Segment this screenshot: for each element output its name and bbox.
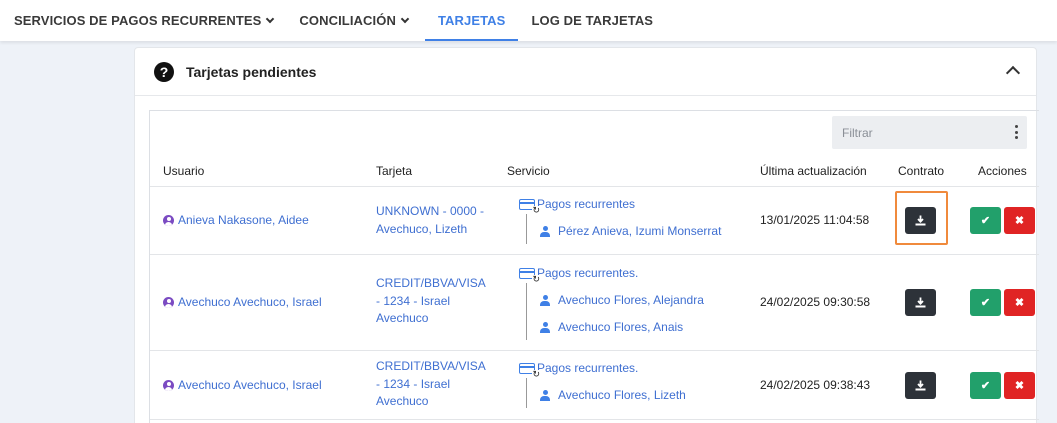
beneficiary-link[interactable]: Avechuco Flores, Alejandra bbox=[540, 293, 704, 307]
user-name: Anieva Nakasone, Aidee bbox=[178, 213, 309, 227]
person-icon bbox=[540, 294, 550, 306]
nav-item-conciliacion[interactable]: CONCILIACIÓN bbox=[286, 0, 421, 41]
service-name: Pagos recurrentes bbox=[537, 197, 636, 211]
panel-title: Tarjetas pendientes bbox=[186, 63, 317, 80]
approve-button[interactable]: ✔ bbox=[970, 289, 1001, 316]
service-name: Pagos recurrentes. bbox=[537, 361, 639, 375]
user-circle-icon bbox=[163, 214, 174, 226]
column-header-usuario[interactable]: Usuario bbox=[163, 164, 204, 178]
table-container: Usuario Tarjeta Servicio Última actualiz… bbox=[149, 110, 1039, 423]
table-row: Avechuco Avechuco, Israel CREDIT/BBVA/VI… bbox=[150, 255, 1039, 351]
column-header-acciones[interactable]: Acciones bbox=[978, 164, 1027, 178]
download-icon bbox=[915, 297, 926, 308]
download-contract-button[interactable] bbox=[905, 372, 936, 399]
beneficiary-name: Avechuco Flores, Anais bbox=[558, 320, 684, 334]
user-link[interactable]: Avechuco Avechuco, Israel bbox=[163, 295, 322, 309]
user-name: Avechuco Avechuco, Israel bbox=[178, 378, 322, 392]
service-cell: Pagos recurrentes Pérez Anieva, Izumi Mo… bbox=[519, 197, 721, 244]
close-icon: ✖ bbox=[1014, 380, 1025, 392]
column-header-actualizacion[interactable]: Última actualización bbox=[760, 164, 867, 178]
download-contract-button[interactable] bbox=[905, 207, 936, 234]
user-link[interactable]: Anieva Nakasone, Aidee bbox=[163, 213, 309, 227]
close-icon: ✖ bbox=[1014, 215, 1025, 227]
close-icon: ✖ bbox=[1014, 297, 1025, 309]
credit-card-sync-icon bbox=[519, 198, 540, 215]
nav-item-label: TARJETAS bbox=[437, 13, 506, 28]
nav-item-label: SERVICIOS DE PAGOS RECURRENTES bbox=[14, 13, 262, 28]
check-icon: ✔ bbox=[980, 380, 991, 392]
service-link[interactable]: Pagos recurrentes bbox=[519, 197, 636, 215]
reject-button[interactable]: ✖ bbox=[1004, 207, 1035, 234]
card-link[interactable]: CREDIT/BBVA/VISA - 1234 - Israel Avechuc… bbox=[376, 275, 486, 328]
nav-item-servicios[interactable]: SERVICIOS DE PAGOS RECURRENTES bbox=[0, 0, 286, 41]
tree-line bbox=[526, 378, 527, 408]
person-icon bbox=[540, 389, 550, 401]
reject-button[interactable]: ✖ bbox=[1004, 289, 1035, 316]
question-circle-icon[interactable]: ? bbox=[154, 61, 174, 82]
beneficiary-link[interactable]: Pérez Anieva, Izumi Monserrat bbox=[540, 224, 721, 238]
user-link[interactable]: Avechuco Avechuco, Israel bbox=[163, 378, 322, 392]
credit-card-sync-icon bbox=[519, 362, 540, 379]
card-link[interactable]: CREDIT/BBVA/VISA - 1234 - Israel Avechuc… bbox=[376, 358, 486, 411]
service-link[interactable]: Pagos recurrentes. bbox=[519, 361, 639, 379]
panel-header: ? Tarjetas pendientes bbox=[135, 48, 1036, 96]
filter-input[interactable] bbox=[832, 125, 1002, 140]
approve-button[interactable]: ✔ bbox=[970, 372, 1001, 399]
beneficiary-link[interactable]: Avechuco Flores, Anais bbox=[540, 320, 683, 334]
nav-item-tarjetas[interactable]: TARJETAS bbox=[424, 0, 519, 41]
column-header-tarjeta[interactable]: Tarjeta bbox=[376, 164, 412, 178]
tree-line bbox=[526, 214, 527, 244]
check-icon: ✔ bbox=[980, 297, 991, 309]
check-icon: ✔ bbox=[980, 215, 991, 227]
table-row: Anieva Nakasone, Aidee UNKNOWN - 0000 - … bbox=[150, 187, 1039, 255]
last-update: 24/02/2025 09:38:43 bbox=[760, 378, 871, 392]
service-name: Pagos recurrentes. bbox=[537, 266, 639, 280]
beneficiary-link[interactable]: Avechuco Flores, Lizeth bbox=[540, 388, 686, 402]
more-options-icon[interactable] bbox=[1015, 125, 1019, 139]
service-link[interactable]: Pagos recurrentes. bbox=[519, 266, 639, 284]
service-cell: Pagos recurrentes. Avechuco Flores, Lize… bbox=[519, 361, 686, 408]
table-row: Avechuco Avechuco, Israel CREDIT/BBVA/VI… bbox=[150, 351, 1039, 420]
download-icon bbox=[915, 215, 926, 226]
column-header-contrato[interactable]: Contrato bbox=[898, 164, 944, 178]
user-name: Avechuco Avechuco, Israel bbox=[178, 295, 322, 309]
person-icon bbox=[540, 225, 550, 237]
beneficiary-name: Avechuco Flores, Lizeth bbox=[558, 388, 686, 402]
nav-item-label: CONCILIACIÓN bbox=[299, 13, 396, 28]
chevron-up-icon[interactable] bbox=[1005, 65, 1021, 81]
filter-box bbox=[832, 116, 1027, 149]
beneficiary-name: Pérez Anieva, Izumi Monserrat bbox=[558, 224, 722, 238]
pending-cards-panel: ? Tarjetas pendientes Usuario Tarjeta Se… bbox=[134, 47, 1039, 423]
card-link[interactable]: UNKNOWN - 0000 - Avechuco, Lizeth bbox=[376, 203, 486, 238]
nav-item-log-tarjetas[interactable]: LOG DE TARJETAS bbox=[518, 0, 666, 41]
nav-item-label: LOG DE TARJETAS bbox=[531, 13, 654, 28]
user-circle-icon bbox=[163, 379, 174, 391]
beneficiary-name: Avechuco Flores, Alejandra bbox=[558, 293, 704, 307]
top-navigation: SERVICIOS DE PAGOS RECURRENTES CONCILIAC… bbox=[0, 0, 1057, 41]
credit-card-sync-icon bbox=[519, 267, 540, 284]
column-header-servicio[interactable]: Servicio bbox=[507, 164, 550, 178]
reject-button[interactable]: ✖ bbox=[1004, 372, 1035, 399]
chevron-down-icon bbox=[400, 14, 410, 23]
last-update: 13/01/2025 11:04:58 bbox=[760, 213, 870, 227]
service-cell: Pagos recurrentes. Avechuco Flores, Alej… bbox=[519, 266, 704, 340]
person-icon bbox=[540, 321, 550, 333]
tree-line bbox=[526, 283, 527, 340]
last-update: 24/02/2025 09:30:58 bbox=[760, 295, 871, 309]
chevron-down-icon bbox=[266, 14, 275, 23]
user-circle-icon bbox=[163, 296, 174, 308]
download-contract-button[interactable] bbox=[905, 289, 936, 316]
download-icon bbox=[915, 380, 926, 391]
approve-button[interactable]: ✔ bbox=[970, 207, 1001, 234]
